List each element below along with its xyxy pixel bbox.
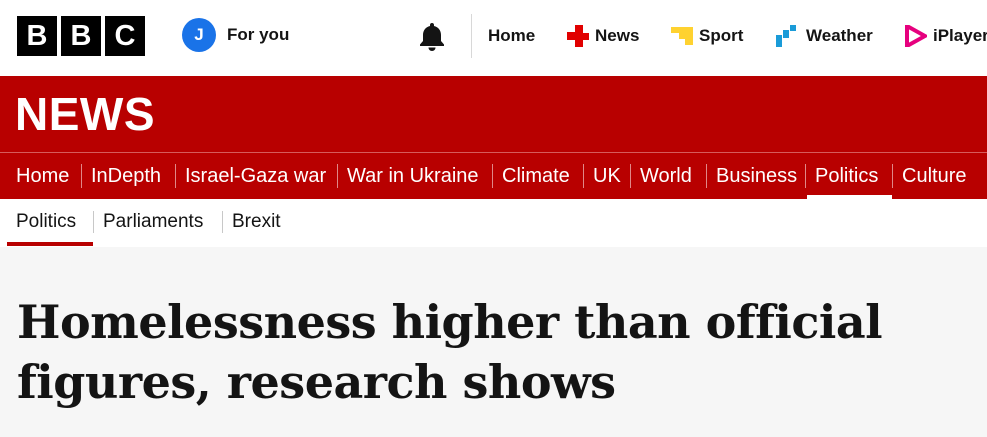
masthead-divider <box>471 14 472 58</box>
article-headline: Homelessness higher than official figure… <box>17 295 883 409</box>
nav-separator <box>630 164 631 188</box>
sub-nav: Politics Parliaments Brexit <box>0 199 987 247</box>
main-nav-home[interactable]: Home <box>16 153 69 199</box>
main-nav-world[interactable]: World <box>640 153 692 199</box>
main-nav-war-in-ukraine[interactable]: War in Ukraine <box>347 153 479 199</box>
bbc-logo-letter: C <box>105 16 145 56</box>
nav-separator <box>892 164 893 188</box>
sub-nav-politics[interactable]: Politics <box>16 199 76 245</box>
top-nav-sport[interactable]: Sport <box>671 22 743 50</box>
top-nav-home[interactable]: Home <box>488 22 535 50</box>
top-nav-label: Weather <box>806 26 873 45</box>
news-icon <box>567 25 589 47</box>
bbc-logo-letter: B <box>61 16 101 56</box>
top-nav-label: iPlayer <box>933 26 987 45</box>
main-nav-uk[interactable]: UK <box>593 153 621 199</box>
top-nav-label: Sport <box>699 26 744 45</box>
nav-separator <box>706 164 707 188</box>
for-you-label: For you <box>227 25 290 44</box>
nav-separator <box>337 164 338 188</box>
bbc-masthead: B B C J For you Home News Sport Weather … <box>0 0 987 76</box>
top-nav-iplayer[interactable]: iPlayer <box>905 22 987 50</box>
main-nav-indepth[interactable]: InDepth <box>91 153 161 199</box>
nav-separator <box>583 164 584 188</box>
nav-separator <box>492 164 493 188</box>
weather-icon <box>776 25 796 47</box>
main-nav-israel-gaza-war[interactable]: Israel-Gaza war <box>185 153 326 199</box>
news-banner: NEWS <box>0 76 987 152</box>
main-nav-business[interactable]: Business <box>716 153 797 199</box>
nav-separator <box>81 164 82 188</box>
nav-separator <box>222 211 223 233</box>
main-nav-climate[interactable]: Climate <box>502 153 570 199</box>
iplayer-icon <box>905 25 927 47</box>
top-nav-label: Home <box>488 26 536 45</box>
top-nav-weather[interactable]: Weather <box>776 22 873 50</box>
main-nav-politics[interactable]: Politics <box>815 153 878 199</box>
bbc-logo[interactable]: B B C <box>17 16 145 56</box>
news-section-title[interactable]: NEWS <box>15 90 155 138</box>
sub-nav-parliaments[interactable]: Parliaments <box>103 199 203 245</box>
sub-nav-brexit[interactable]: Brexit <box>232 199 281 245</box>
active-subtab-indicator <box>7 242 93 246</box>
avatar: J <box>182 18 216 52</box>
nav-separator <box>175 164 176 188</box>
bbc-logo-letter: B <box>17 16 57 56</box>
nav-separator <box>805 164 806 188</box>
main-nav-culture[interactable]: Culture <box>902 153 966 199</box>
top-nav-label: News <box>595 26 640 45</box>
top-nav-news[interactable]: News <box>567 22 639 50</box>
sport-icon <box>671 27 693 45</box>
for-you-button[interactable]: J For you <box>182 18 289 52</box>
main-nav: Home InDepth Israel-Gaza war War in Ukra… <box>0 153 987 199</box>
nav-separator <box>93 211 94 233</box>
notifications-bell-icon[interactable] <box>418 21 446 51</box>
